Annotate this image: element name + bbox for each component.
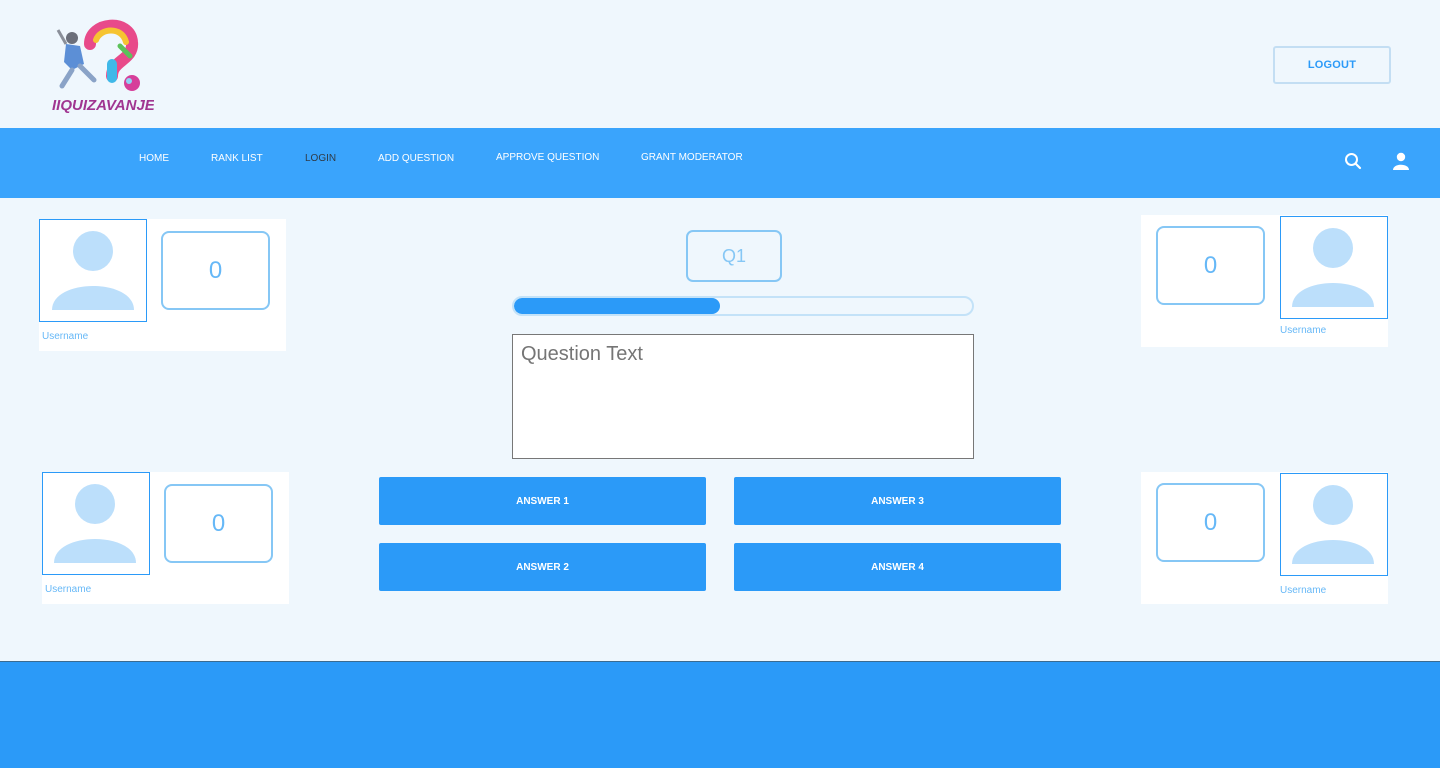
- search-icon[interactable]: [1344, 152, 1362, 170]
- player-score: 0: [164, 484, 273, 563]
- answer-3-button[interactable]: ANSWER 3: [734, 477, 1061, 525]
- avatar-icon: [52, 231, 134, 310]
- player-avatar: [42, 472, 150, 575]
- nav-home[interactable]: HOME: [139, 153, 169, 164]
- avatar-icon: [1292, 228, 1374, 307]
- player-avatar: [1280, 216, 1388, 319]
- progress-fill: [514, 298, 721, 314]
- question-number-badge: Q1: [686, 230, 782, 282]
- logo-text: IIQUIZAVANJE: [52, 97, 154, 114]
- player-card-1: 0 Username: [39, 219, 286, 351]
- nav-add-question[interactable]: ADD QUESTION: [378, 153, 454, 164]
- answer-2-button[interactable]: ANSWER 2: [379, 543, 706, 591]
- main-navbar: HOME RANK LIST LOGIN ADD QUESTION APPROV…: [0, 128, 1440, 198]
- player-score: 0: [1156, 483, 1265, 562]
- nav-login[interactable]: LOGIN: [305, 153, 336, 164]
- answer-4-button[interactable]: ANSWER 4: [734, 543, 1061, 591]
- nav-approve-question[interactable]: APPROVE QUESTION: [496, 152, 599, 163]
- nav-rank-list[interactable]: RANK LIST: [211, 153, 263, 164]
- player-score: 0: [1156, 226, 1265, 305]
- player-avatar: [39, 219, 147, 322]
- player-username: Username: [45, 584, 92, 595]
- question-text-box: Question Text: [512, 334, 974, 459]
- avatar-icon: [1292, 485, 1374, 564]
- player-card-2: 0 Username: [42, 472, 289, 604]
- answer-1-button[interactable]: ANSWER 1: [379, 477, 706, 525]
- player-username: Username: [1280, 585, 1327, 596]
- player-card-4: 0 Username: [1141, 472, 1388, 604]
- player-score: 0: [161, 231, 270, 310]
- player-username: Username: [42, 331, 89, 342]
- quizavanje-logo[interactable]: IIQUIZAVANJE: [50, 16, 156, 116]
- player-avatar: [1280, 473, 1388, 576]
- question-timer-progress: [512, 296, 974, 316]
- nav-grant-moderator[interactable]: GRANT MODERATOR: [641, 152, 743, 163]
- logout-button[interactable]: LOGOUT: [1273, 46, 1391, 84]
- user-icon[interactable]: [1392, 152, 1410, 170]
- avatar-icon: [54, 484, 136, 563]
- question-text: Question Text: [521, 343, 643, 365]
- player-username: Username: [1280, 325, 1327, 336]
- player-card-3: 0 Username: [1141, 215, 1388, 347]
- page-footer: [0, 661, 1440, 768]
